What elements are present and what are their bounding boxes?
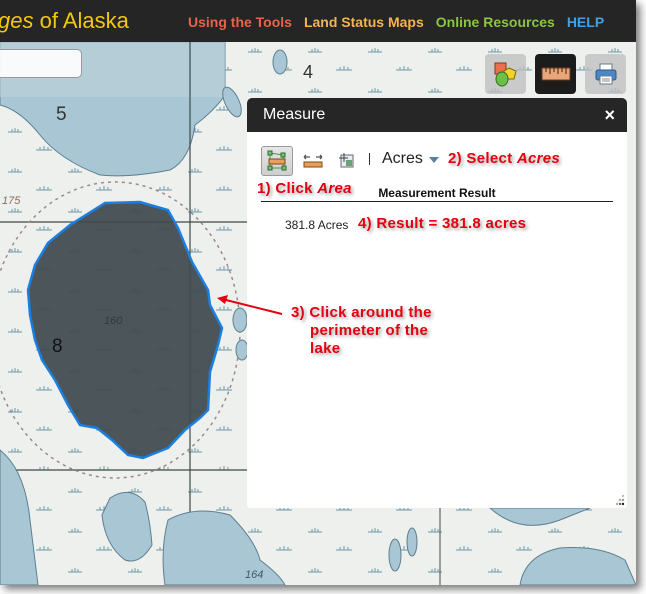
section-label: 5	[56, 104, 67, 125]
nav-online-resources[interactable]: Online Resources	[436, 14, 555, 30]
annotation-step-3: 3) Click around the perimeter of the lak…	[291, 304, 432, 357]
nav-land-status-maps[interactable]: Land Status Maps	[304, 14, 424, 30]
elevation-label: 175	[2, 195, 21, 207]
distance-tool-button[interactable]	[297, 146, 329, 176]
measure-dialog-title: Measure	[263, 106, 326, 123]
chevron-down-icon	[428, 157, 439, 163]
area-ruler-icon	[267, 150, 287, 171]
resize-grip-icon[interactable]	[613, 494, 625, 506]
annotation-step-4: 4) Result = 381.8 acres	[358, 215, 527, 232]
section-label: 8	[52, 336, 63, 357]
distance-ruler-icon	[303, 154, 323, 168]
nav-help[interactable]: HELP	[567, 14, 604, 30]
top-nav: Using the Tools Land Status Maps Online …	[188, 14, 604, 30]
small-pond	[272, 49, 288, 75]
annotation-arrow-icon	[217, 295, 283, 315]
measure-dialog-header[interactable]: Measure ×	[247, 98, 627, 132]
annotation-step-1: 1) Click Area	[257, 180, 352, 197]
close-icon[interactable]: ×	[604, 105, 615, 126]
shapes-icon	[494, 62, 517, 87]
app-title: ges of Alaska	[0, 8, 129, 33]
measure-dialog: Measure × Acres Measurement Result 381.8…	[247, 98, 627, 508]
ruler-icon	[541, 67, 570, 81]
app-window: ges of Alaska Using the Tools Land Statu…	[0, 0, 636, 585]
unit-dropdown[interactable]: Acres	[382, 150, 439, 168]
elevation-label: 160	[104, 315, 123, 327]
result-value: 381.8 Acres	[285, 218, 349, 232]
small-pond	[406, 527, 418, 557]
small-pond	[388, 538, 402, 572]
print-button[interactable]	[585, 54, 626, 94]
section-label: 4	[303, 62, 314, 82]
measure-button[interactable]	[535, 54, 576, 94]
elevation-label: 164	[245, 569, 264, 581]
layers-button[interactable]	[485, 54, 526, 94]
header-bar: ges of Alaska Using the Tools Land Statu…	[0, 0, 636, 42]
toolbar-separator	[369, 153, 370, 165]
annotation-step-2: 2) Select Acres	[448, 150, 561, 167]
printer-icon	[595, 63, 616, 85]
nav-using-the-tools[interactable]: Using the Tools	[188, 14, 292, 30]
unit-selected-value: Acres	[382, 150, 423, 167]
search-input[interactable]	[0, 49, 82, 78]
area-tool-button[interactable]	[261, 146, 293, 176]
location-icon	[339, 153, 354, 168]
location-tool-button[interactable]	[331, 146, 363, 176]
